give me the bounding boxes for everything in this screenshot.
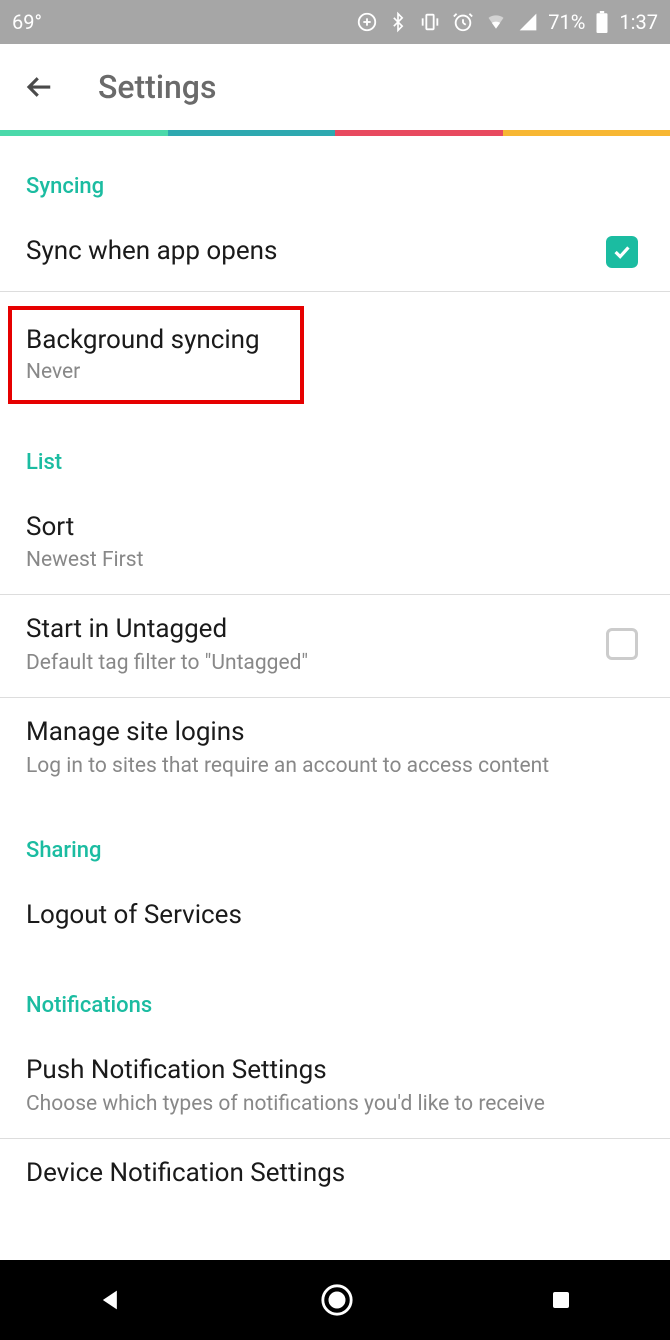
row-sort[interactable]: Sort Newest First (0, 493, 670, 595)
bluetooth-icon (388, 10, 408, 34)
row-title: Sync when app opens (26, 235, 606, 269)
row-subtitle: Newest First (26, 548, 644, 572)
row-background-syncing[interactable]: Background syncing Never (8, 306, 304, 404)
section-header-syncing: Syncing (0, 136, 670, 217)
row-sync-when-open[interactable]: Sync when app opens (0, 217, 670, 291)
status-bar: 69° 71% 1:37 (0, 0, 670, 44)
row-device-notifications[interactable]: Device Notification Settings (0, 1139, 670, 1197)
color-accent-bar (0, 130, 670, 136)
row-title: Sort (26, 511, 644, 545)
divider (0, 291, 670, 292)
row-title: Background syncing (26, 324, 286, 358)
row-start-untagged[interactable]: Start in Untagged Default tag filter to … (0, 595, 670, 697)
row-manage-logins[interactable]: Manage site logins Log in to sites that … (0, 698, 670, 800)
nav-back-icon[interactable] (97, 1286, 125, 1314)
check-icon (611, 241, 633, 263)
nav-home-icon[interactable] (320, 1283, 354, 1317)
row-subtitle: Choose which types of notifications you'… (26, 1092, 644, 1116)
row-title: Device Notification Settings (26, 1157, 644, 1191)
row-title: Manage site logins (26, 716, 644, 750)
signal-icon (518, 12, 538, 32)
vibrate-icon (418, 11, 442, 33)
checkbox-sync-open[interactable] (606, 236, 638, 268)
status-right: 71% 1:37 (356, 10, 658, 34)
row-push-notifications[interactable]: Push Notification Settings Choose which … (0, 1036, 670, 1138)
status-temperature: 69° (12, 10, 42, 34)
row-subtitle: Log in to sites that require an account … (26, 754, 644, 778)
settings-content: Syncing Sync when app opens Background s… (0, 136, 670, 1196)
android-nav-bar (0, 1260, 670, 1340)
clock-time: 1:37 (619, 10, 658, 34)
section-header-notifications: Notifications (0, 955, 670, 1036)
alarm-icon (452, 11, 474, 33)
row-title: Logout of Services (26, 899, 644, 933)
add-circle-icon (356, 11, 378, 33)
back-arrow-icon[interactable] (24, 72, 54, 102)
checkbox-untagged[interactable] (606, 628, 638, 660)
battery-percentage: 71% (548, 10, 585, 34)
battery-icon (595, 11, 609, 33)
wifi-icon (484, 12, 508, 32)
section-header-sharing: Sharing (0, 800, 670, 881)
row-logout-services[interactable]: Logout of Services (0, 881, 670, 955)
row-subtitle: Default tag filter to "Untagged" (26, 651, 606, 675)
section-header-list: List (0, 412, 670, 493)
app-header: Settings (0, 44, 670, 130)
nav-recent-icon[interactable] (549, 1288, 573, 1312)
row-title: Push Notification Settings (26, 1054, 644, 1088)
row-title: Start in Untagged (26, 613, 606, 647)
page-title: Settings (98, 68, 216, 106)
row-subtitle: Never (26, 360, 286, 384)
